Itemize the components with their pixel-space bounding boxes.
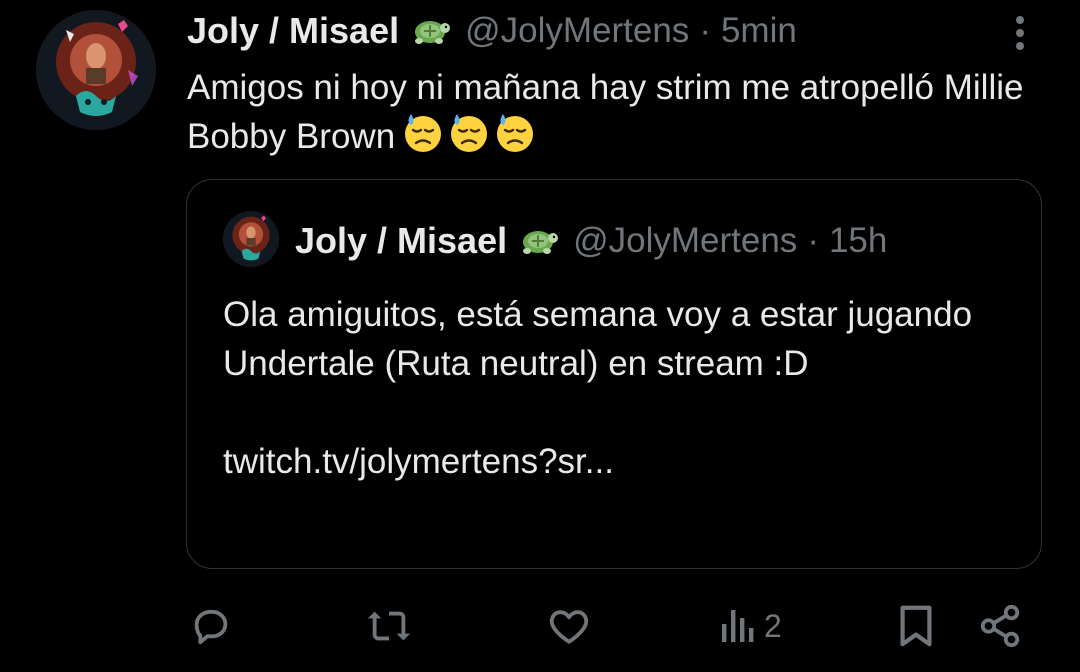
downcast-sweat-emoji-icon bbox=[451, 114, 488, 152]
bookmark-icon bbox=[900, 605, 932, 647]
tweet-header: Joly / Misael @JolyMertens · 5min bbox=[187, 8, 797, 54]
reply-button[interactable] bbox=[188, 596, 234, 656]
reply-icon bbox=[194, 609, 228, 645]
emoji-row bbox=[401, 112, 537, 154]
tweet-timestamp[interactable]: 5min bbox=[721, 11, 797, 51]
views-button[interactable]: 2 bbox=[718, 596, 782, 656]
retweet-icon bbox=[367, 611, 411, 641]
quoted-tweet-text: Ola amiguitos, está semana voy a estar j… bbox=[223, 295, 973, 481]
turtle-emoji-icon bbox=[411, 12, 451, 51]
author-avatar[interactable] bbox=[36, 10, 156, 130]
share-icon bbox=[980, 604, 1020, 648]
action-bar: 2 bbox=[0, 596, 1080, 656]
views-icon bbox=[722, 610, 754, 642]
heart-icon bbox=[549, 610, 589, 644]
quoted-avatar-art bbox=[223, 211, 279, 267]
downcast-sweat-emoji-icon bbox=[405, 114, 442, 152]
quoted-tweet-header: Joly / Misael @JolyMertens · 15h bbox=[295, 218, 887, 264]
tweet-body: Amigos ni hoy ni mañana hay strim me atr… bbox=[187, 68, 1024, 156]
views-count: 2 bbox=[764, 607, 782, 644]
quoted-tweet-timestamp: 15h bbox=[828, 221, 888, 260]
downcast-sweat-emoji-icon bbox=[497, 114, 534, 152]
tweet-text: Amigos ni hoy ni mañana hay strim me atr… bbox=[187, 64, 1047, 161]
author-name[interactable]: Joly / Misael bbox=[187, 10, 399, 52]
quoted-author-handle: @JolyMertens bbox=[573, 221, 798, 260]
bookmark-button[interactable] bbox=[896, 596, 936, 656]
avatar-art bbox=[36, 10, 156, 130]
like-button[interactable] bbox=[546, 596, 592, 656]
separator-dot: · bbox=[807, 221, 819, 260]
more-options-icon[interactable] bbox=[1007, 14, 1033, 54]
author-handle[interactable]: @JolyMertens bbox=[465, 11, 689, 51]
retweet-button[interactable] bbox=[364, 596, 414, 656]
quoted-author-avatar bbox=[223, 211, 279, 267]
turtle-emoji-icon bbox=[519, 222, 559, 261]
quoted-tweet-card[interactable]: Joly / Misael @JolyMertens · 15h Ola ami… bbox=[186, 179, 1042, 569]
separator-dot: · bbox=[699, 11, 711, 50]
quoted-author-name: Joly / Misael bbox=[295, 220, 508, 261]
share-button[interactable] bbox=[976, 596, 1024, 656]
